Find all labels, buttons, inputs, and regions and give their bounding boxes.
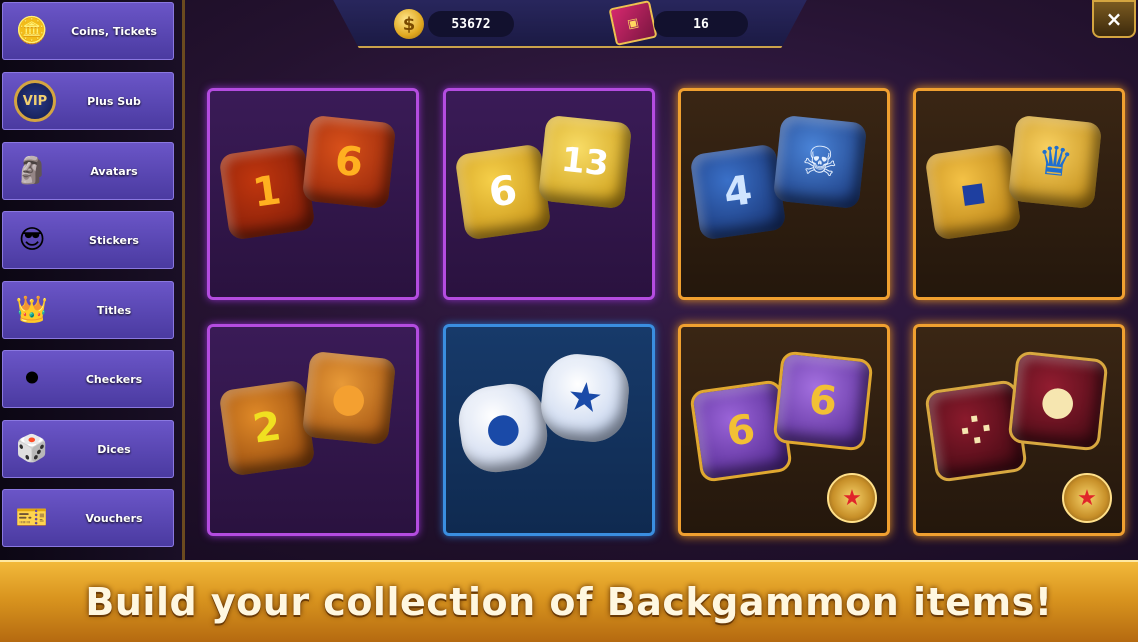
vip-badge-icon: VIP xyxy=(14,80,56,122)
star-medal-icon: ★ xyxy=(1062,473,1112,523)
sidebar-item-checkers[interactable]: ⚫ Checkers xyxy=(2,350,174,408)
banner-text: Build your collection of Backgammon item… xyxy=(85,580,1053,624)
item-card-ruby-dice[interactable]: ⁘ ● ★ xyxy=(913,324,1125,536)
die-1: 6 xyxy=(454,143,552,241)
item-card-skull-ice-dice[interactable]: 4 ☠ xyxy=(678,88,890,300)
checkers-icon: ⚫ xyxy=(21,364,43,394)
sidebar-item-label: Stickers xyxy=(89,233,139,247)
sidebar-item-plus-sub[interactable]: VIP Plus Sub xyxy=(2,72,174,130)
die-2: 13 xyxy=(537,114,633,210)
item-card-star-dice[interactable]: ● ★ xyxy=(443,324,655,536)
sidebar-item-label: Dices xyxy=(97,442,131,456)
crown-banner-icon: 👑 xyxy=(15,295,49,325)
promo-banner: Build your collection of Backgammon item… xyxy=(0,560,1138,642)
sidebar-item-label: Checkers xyxy=(85,372,143,386)
coin-icon: $ xyxy=(394,9,424,39)
tickets-counter: 16 xyxy=(654,11,748,37)
sidebar-item-label: Vouchers xyxy=(85,511,143,525)
die-1: 1 xyxy=(218,143,316,241)
star-medal-icon: ★ xyxy=(827,473,877,523)
coins-icon: 🪙 xyxy=(15,16,49,46)
die-2: 6 xyxy=(301,114,397,210)
sidebar-item-avatars[interactable]: 🗿 Avatars xyxy=(2,142,174,200)
die-2: ★ xyxy=(537,350,633,446)
dice-icon: 🎲 xyxy=(15,434,49,464)
item-card-royal-dice[interactable]: ▪ ♛ xyxy=(913,88,1125,300)
sidebar-item-titles[interactable]: 👑 Titles xyxy=(2,281,174,339)
close-button[interactable]: × xyxy=(1092,0,1136,38)
die-1: ● xyxy=(454,379,552,477)
sidebar-item-coins-tickets[interactable]: 🪙 Coins, Tickets xyxy=(2,2,174,60)
sidebar-item-dices[interactable]: 🎲 Dices xyxy=(2,420,174,478)
item-card-purple-gold-dice[interactable]: 6 6 ★ xyxy=(678,324,890,536)
sidebar-item-label: Plus Sub xyxy=(87,94,141,108)
sidebar-item-label: Titles xyxy=(96,303,132,317)
sidebar-item-label: Avatars xyxy=(90,164,138,178)
voucher-icon: 🎫 xyxy=(15,503,49,533)
avatar-figure-icon: 🗿 xyxy=(15,156,49,186)
item-card-lava-dice[interactable]: 1 6 xyxy=(207,88,419,300)
die-2: 6 xyxy=(772,350,874,452)
die-2: ● xyxy=(1007,350,1109,452)
sidebar-item-label: Coins, Tickets xyxy=(71,24,157,38)
die-1: 4 xyxy=(689,143,787,241)
item-card-basketball-dice[interactable]: 2 ● xyxy=(207,324,419,536)
item-card-gold-dice[interactable]: 6 13 xyxy=(443,88,655,300)
coins-counter: 53672 xyxy=(428,11,514,37)
sunglasses-emoji-icon: 😎 xyxy=(18,225,46,255)
die-1: 2 xyxy=(218,379,316,477)
category-sidebar: 🪙 Coins, Tickets VIP Plus Sub 🗿 Avatars … xyxy=(0,0,185,560)
die-1: ▪ xyxy=(924,143,1022,241)
die-2: ☠ xyxy=(772,114,868,210)
sidebar-item-vouchers[interactable]: 🎫 Vouchers xyxy=(2,489,174,547)
sidebar-item-stickers[interactable]: 😎 Stickers xyxy=(2,211,174,269)
die-2: ♛ xyxy=(1007,114,1103,210)
close-icon: × xyxy=(1105,7,1123,31)
die-2: ● xyxy=(301,350,397,446)
